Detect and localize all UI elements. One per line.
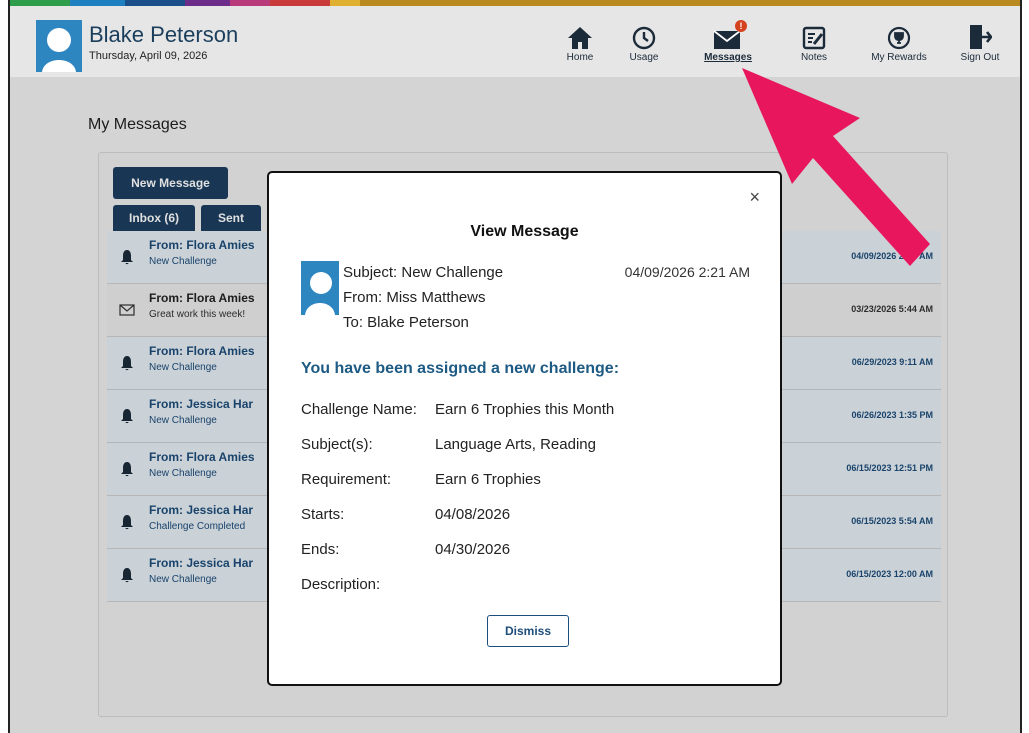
nav-sign-out[interactable]: Sign Out	[945, 20, 1015, 63]
message-datetime: 04/09/2026 2:21 AM	[624, 264, 750, 280]
clock-icon	[609, 20, 679, 50]
app-window: Blake Peterson Thursday, April 09, 2026 …	[8, 0, 1022, 733]
field-value: Earn 6 Trophies	[435, 471, 541, 488]
modal-title: View Message	[470, 223, 579, 240]
messages-badge: !	[735, 20, 747, 32]
home-icon	[545, 20, 615, 50]
nav-notes[interactable]: Notes	[779, 20, 849, 63]
field-value: Earn 6 Trophies this Month	[435, 401, 615, 418]
message-subject: Subject: New Challenge	[343, 264, 504, 281]
trophy-icon	[864, 20, 934, 50]
field-label: Ends:	[301, 541, 340, 558]
field-value: Language Arts, Reading	[435, 436, 596, 453]
sign-out-icon	[945, 20, 1015, 50]
user-avatar[interactable]	[36, 20, 82, 72]
challenge-heading: You have been assigned a new challenge:	[301, 360, 620, 377]
nav-my-rewards[interactable]: My Rewards	[864, 20, 934, 63]
field-label: Description:	[301, 576, 381, 593]
notes-icon	[779, 20, 849, 50]
field-value: 04/08/2026	[435, 506, 511, 523]
dismiss-button[interactable]: Dismiss	[487, 615, 569, 647]
sender-avatar	[301, 261, 339, 315]
message-from: From: Miss Matthews	[343, 289, 486, 306]
nav-messages[interactable]: ! Messages	[693, 20, 763, 63]
pointer-arrow-icon	[742, 68, 930, 266]
field-value: 04/30/2026	[435, 541, 511, 558]
view-message-modal: × View Message Subject: New Challenge Fr…	[267, 171, 782, 686]
field-label: Starts:	[301, 506, 345, 523]
field-label: Subject(s):	[301, 436, 373, 453]
field-label: Requirement:	[301, 471, 392, 488]
nav-usage[interactable]: Usage	[609, 20, 679, 63]
field-label: Challenge Name:	[301, 401, 417, 418]
user-name: Blake Peterson	[89, 22, 239, 47]
current-date: Thursday, April 09, 2026	[89, 50, 208, 62]
envelope-icon: !	[693, 20, 763, 50]
nav-home[interactable]: Home	[545, 20, 615, 63]
message-to: To: Blake Peterson	[343, 314, 469, 331]
